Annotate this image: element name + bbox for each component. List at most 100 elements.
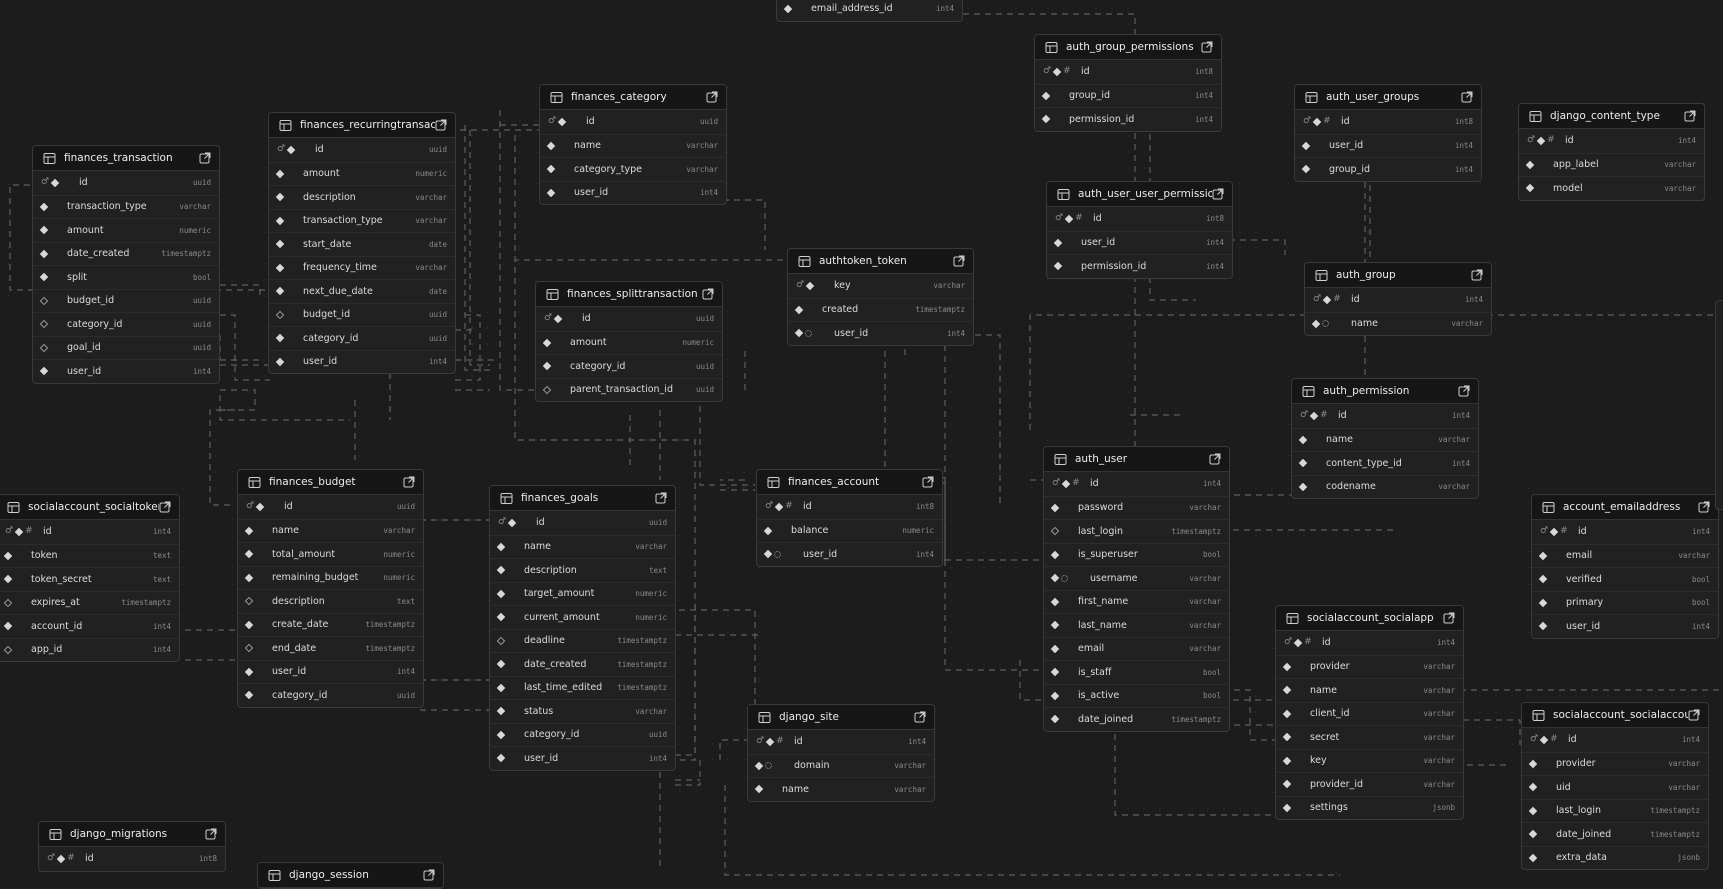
column-row[interactable]: group_id int4: [1295, 157, 1481, 181]
column-row[interactable]: budget_id uuid: [269, 302, 455, 327]
table-header[interactable]: finances_recurringtransaction: [269, 113, 455, 138]
column-row[interactable]: settings jsonb: [1276, 795, 1463, 820]
table-finances-splittransaction[interactable]: finances_splittransaction ♂ id uuid amount nu…: [535, 281, 723, 402]
column-row[interactable]: first_name varchar: [1044, 589, 1229, 614]
open-table-icon[interactable]: [159, 501, 171, 513]
open-table-icon[interactable]: [205, 828, 217, 840]
table-header[interactable]: django_session: [258, 863, 443, 888]
table-header[interactable]: finances_budget: [238, 470, 423, 495]
column-row[interactable]: ♂ # id int4: [1305, 288, 1491, 312]
table-header[interactable]: auth_group_permissions: [1035, 35, 1221, 60]
column-row[interactable]: last_name varchar: [1044, 613, 1229, 637]
column-row[interactable]: email_address_id int4: [777, 0, 962, 21]
column-row[interactable]: ♂ id uuid: [269, 138, 455, 162]
column-row[interactable]: parent_transaction_id uuid: [536, 377, 722, 402]
open-table-icon[interactable]: [435, 119, 447, 131]
column-row[interactable]: name varchar: [748, 777, 934, 801]
column-row[interactable]: ♂ # id int4: [1276, 631, 1463, 655]
column-row[interactable]: goal_id uuid: [33, 335, 219, 360]
open-table-icon[interactable]: [1458, 385, 1470, 397]
open-table-icon[interactable]: [706, 91, 718, 103]
open-table-icon[interactable]: [423, 869, 435, 881]
column-row[interactable]: ♂ id uuid: [540, 110, 726, 134]
table-header[interactable]: auth_user: [1044, 447, 1229, 472]
open-table-icon[interactable]: [1212, 188, 1224, 200]
column-row[interactable]: name varchar: [1305, 311, 1491, 336]
column-row[interactable]: ♂ # id int4: [1519, 129, 1704, 153]
column-row[interactable]: client_id varchar: [1276, 701, 1463, 726]
column-row[interactable]: name varchar: [1292, 427, 1478, 452]
table-header[interactable]: socialaccount_socialapp: [1276, 606, 1463, 631]
column-row[interactable]: app_id int4: [0, 637, 179, 662]
table-header[interactable]: authtoken_token: [788, 249, 973, 274]
open-table-icon[interactable]: [1461, 91, 1473, 103]
column-row[interactable]: name varchar: [490, 534, 675, 559]
table-django-session[interactable]: django_session: [257, 862, 444, 889]
column-row[interactable]: created timestamptz: [788, 297, 973, 322]
column-row[interactable]: next_due_date date: [269, 279, 455, 303]
column-row[interactable]: user_id int4: [269, 349, 455, 374]
column-row[interactable]: ♂ # id int4: [748, 730, 934, 754]
column-row[interactable]: last_login timestamptz: [1044, 519, 1229, 543]
open-table-icon[interactable]: [1688, 709, 1700, 721]
column-row[interactable]: provider varchar: [1522, 751, 1708, 776]
table-finances-budget[interactable]: finances_budget ♂ id uuid name varchar total_a…: [237, 469, 424, 708]
open-table-icon[interactable]: [1201, 41, 1213, 53]
column-row[interactable]: description text: [238, 589, 423, 613]
column-row[interactable]: frequency_time varchar: [269, 255, 455, 280]
column-row[interactable]: ♂ key varchar: [788, 274, 973, 298]
column-row[interactable]: group_id int4: [1035, 83, 1221, 108]
column-row[interactable]: ♂ # id int8: [1295, 110, 1481, 134]
column-row[interactable]: date_created timestamptz: [33, 241, 219, 266]
column-row[interactable]: username varchar: [1044, 566, 1229, 590]
table-socialaccount-socialtoken[interactable]: socialaccount_socialtoken ♂ # id int4 token te…: [0, 494, 180, 662]
column-row[interactable]: remaining_budget numeric: [238, 565, 423, 590]
open-table-icon[interactable]: [199, 152, 211, 164]
column-row[interactable]: codename varchar: [1292, 474, 1478, 499]
column-row[interactable]: category_type varchar: [540, 157, 726, 181]
column-row[interactable]: split bool: [33, 265, 219, 289]
column-row[interactable]: date_joined timestamptz: [1044, 707, 1229, 731]
column-row[interactable]: is_superuser bool: [1044, 542, 1229, 567]
table-header[interactable]: django_migrations: [39, 822, 225, 847]
column-row[interactable]: name varchar: [1276, 678, 1463, 702]
table-account-emailaddress[interactable]: account_emailaddress ♂ # id int4 email varchar…: [1531, 494, 1719, 639]
column-row[interactable]: model varchar: [1519, 176, 1704, 200]
column-row[interactable]: ♂ # id int4: [1044, 472, 1229, 496]
table-header[interactable]: socialaccount_socialaccount: [1522, 703, 1708, 728]
open-table-icon[interactable]: [1443, 612, 1455, 624]
column-row[interactable]: date_created timestamptz: [490, 652, 675, 676]
column-row[interactable]: start_date date: [269, 232, 455, 256]
table-auth-permission[interactable]: auth_permission ♂ # id int4 name varchar conten…: [1291, 378, 1479, 499]
table-auth-user-user-permissions[interactable]: auth_user_user_permissions ♂ # id int8 user_i…: [1046, 181, 1233, 279]
column-row[interactable]: account_id int4: [0, 614, 179, 638]
column-row[interactable]: ♂ # id int4: [1522, 728, 1708, 752]
column-row[interactable]: amount numeric: [269, 161, 455, 186]
table-auth-group[interactable]: auth_group ♂ # id int4 name varchar: [1304, 262, 1492, 336]
table-finances-goals[interactable]: finances_goals ♂ id uuid name varchar descript…: [489, 485, 676, 771]
column-row[interactable]: secret varchar: [1276, 725, 1463, 749]
column-row[interactable]: category_id uuid: [33, 312, 219, 336]
table-finances-recurringtransaction[interactable]: finances_recurringtransaction ♂ id uuid amou…: [268, 112, 456, 374]
column-row[interactable]: user_id int4: [757, 542, 942, 566]
column-row[interactable]: transaction_type varchar: [269, 208, 455, 233]
table-finances-category[interactable]: finances_category ♂ id uuid name varchar categ…: [539, 84, 727, 205]
table-header[interactable]: finances_category: [540, 85, 726, 110]
column-row[interactable]: current_amount numeric: [490, 605, 675, 629]
table-auth-group-permissions[interactable]: auth_group_permissions ♂ # id int8 group_id in…: [1034, 34, 1222, 132]
column-row[interactable]: total_amount numeric: [238, 542, 423, 566]
table-header[interactable]: account_emailaddress: [1532, 495, 1718, 520]
column-row[interactable]: category_id uuid: [536, 354, 722, 378]
column-row[interactable]: verified bool: [1532, 567, 1718, 591]
column-row[interactable]: password varchar: [1044, 495, 1229, 520]
column-row[interactable]: user_id int4: [540, 180, 726, 205]
column-row[interactable]: ♂ # id int8: [1035, 60, 1221, 84]
table-header[interactable]: auth_user_groups: [1295, 85, 1481, 110]
table-partial-top[interactable]: email_address_id int4: [776, 0, 963, 22]
column-row[interactable]: user_id int4: [1047, 230, 1232, 255]
column-row[interactable]: ♂ id uuid: [33, 171, 219, 195]
table-finances-account[interactable]: finances_account ♂ # id int8 balance numeric us…: [756, 469, 943, 567]
column-row[interactable]: balance numeric: [757, 518, 942, 543]
column-row[interactable]: last_time_edited timestamptz: [490, 675, 675, 700]
column-row[interactable]: amount numeric: [536, 330, 722, 355]
